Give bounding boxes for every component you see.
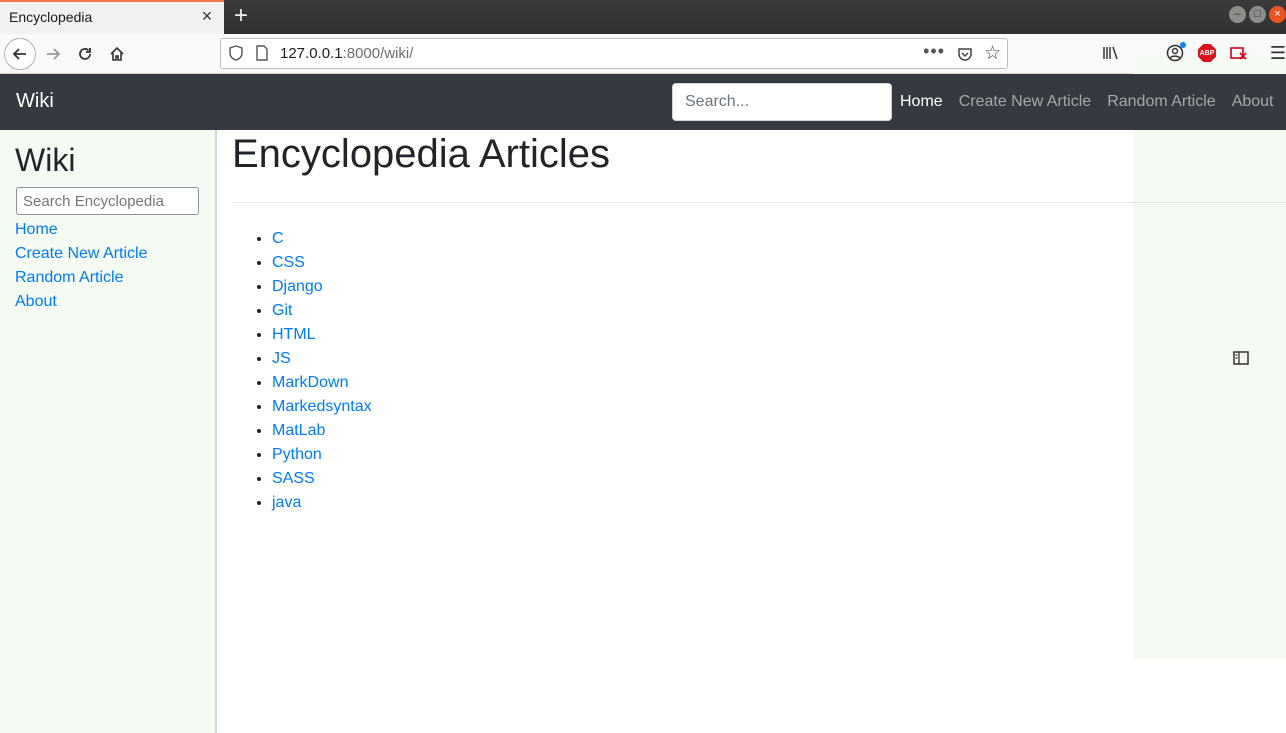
article-link[interactable]: java xyxy=(272,491,372,515)
article-link[interactable]: Django xyxy=(272,275,372,299)
sidebar-link-random[interactable]: Random Article xyxy=(15,266,148,290)
article-link[interactable]: HTML xyxy=(272,323,372,347)
account-icon[interactable] xyxy=(1165,42,1186,63)
article-link[interactable]: SASS xyxy=(272,467,372,491)
tab-strip: Encyclopedia × + – □ × xyxy=(0,0,1286,34)
navbar-link-random[interactable]: Random Article xyxy=(1107,93,1216,111)
web-page: Wiki Home Create New Article Random Arti… xyxy=(0,74,1286,733)
article-link[interactable]: C xyxy=(272,227,372,251)
browser-toolbar: 127.0.0.1:8000/wiki/ ••• ☆ xyxy=(0,34,1286,74)
navbar-link-create[interactable]: Create New Article xyxy=(959,93,1092,111)
adblock-icon[interactable]: ABP xyxy=(1197,43,1217,63)
article-list: C CSS Django Git HTML JS MarkDown Marked… xyxy=(272,227,372,515)
site-navbar: Wiki Home Create New Article Random Arti… xyxy=(0,74,1286,130)
home-icon[interactable] xyxy=(101,38,133,70)
page-actions-icon[interactable]: ••• xyxy=(923,41,945,62)
article-link[interactable]: Git xyxy=(272,299,372,323)
article-link[interactable]: JS xyxy=(272,347,372,371)
url-host: 127.0.0.1 xyxy=(280,45,343,62)
article-link[interactable]: MatLab xyxy=(272,419,372,443)
article-link[interactable]: Python xyxy=(272,443,372,467)
sidebar-links: Home Create New Article Random Article A… xyxy=(15,218,148,314)
back-icon[interactable] xyxy=(4,38,36,70)
article-link[interactable]: CSS xyxy=(272,251,372,275)
library-icon[interactable] xyxy=(1101,43,1121,63)
navbar-links: Home Create New Article Random Article A… xyxy=(900,93,1274,111)
shield-icon[interactable] xyxy=(228,45,244,61)
reload-icon[interactable] xyxy=(69,38,101,70)
pocket-icon[interactable] xyxy=(957,46,973,62)
forward-icon[interactable] xyxy=(37,38,69,70)
page-info-icon[interactable] xyxy=(254,45,270,61)
navbar-search-input[interactable] xyxy=(672,83,892,121)
extension-icon[interactable] xyxy=(1229,43,1249,63)
minimize-icon[interactable]: – xyxy=(1229,6,1246,23)
sidebar: Wiki Home Create New Article Random Arti… xyxy=(0,130,217,733)
divider xyxy=(232,202,1286,203)
sidebar-link-about[interactable]: About xyxy=(15,290,148,314)
sidebar-search-input[interactable] xyxy=(16,187,199,215)
page-title: Encyclopedia Articles xyxy=(232,132,610,176)
adblock-label: ABP xyxy=(1198,44,1216,62)
window-controls: – □ × xyxy=(1229,6,1286,24)
maximize-icon[interactable]: □ xyxy=(1249,6,1266,23)
sidebar-title: Wiki xyxy=(15,142,76,178)
sidebar-link-home[interactable]: Home xyxy=(15,218,148,242)
browser-tab[interactable]: Encyclopedia × xyxy=(0,0,224,34)
sidebar-link-create[interactable]: Create New Article xyxy=(15,242,148,266)
tab-title: Encyclopedia xyxy=(9,9,93,25)
navbar-link-home[interactable]: Home xyxy=(900,93,943,111)
url-path: :8000/wiki/ xyxy=(342,45,414,62)
article-link[interactable]: MarkDown xyxy=(272,371,372,395)
article-link[interactable]: Markedsyntax xyxy=(272,395,372,419)
bookmark-star-icon[interactable]: ☆ xyxy=(984,42,1001,65)
window-close-icon[interactable]: × xyxy=(1269,6,1286,23)
navbar-brand[interactable]: Wiki xyxy=(16,90,54,113)
new-tab-icon[interactable]: + xyxy=(229,4,253,28)
url-bar[interactable]: 127.0.0.1:8000/wiki/ ••• ☆ xyxy=(220,38,1008,69)
hamburger-menu-icon[interactable]: ☰ xyxy=(1268,43,1286,63)
navbar-link-about[interactable]: About xyxy=(1232,93,1274,111)
notification-dot xyxy=(1180,42,1186,48)
close-tab-icon[interactable]: × xyxy=(199,7,215,25)
url-text[interactable]: 127.0.0.1:8000/wiki/ xyxy=(280,45,413,62)
